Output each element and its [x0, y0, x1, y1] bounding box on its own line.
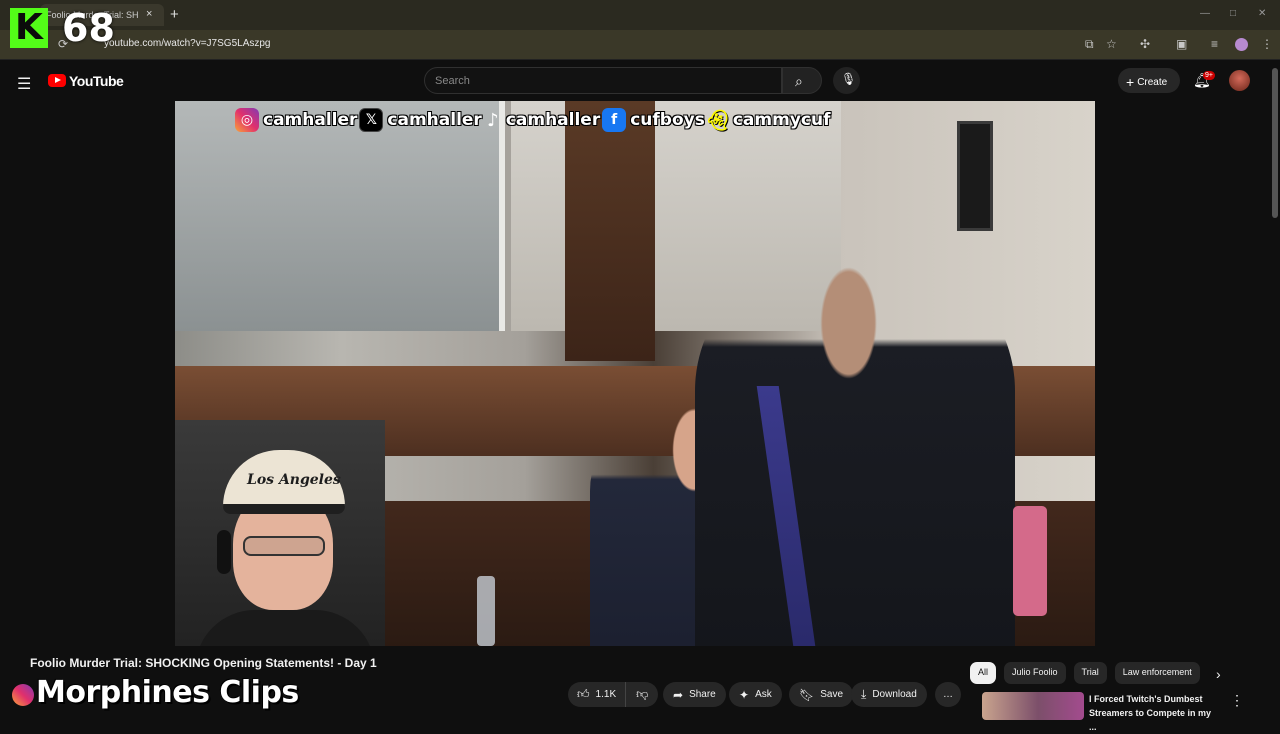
ask-button[interactable]: ✦ Ask [729, 682, 782, 707]
snapchat-icon: 👻︎ [705, 108, 731, 132]
dislike-button[interactable]: 👎︎ [626, 682, 658, 707]
save-label: Save [820, 689, 844, 700]
wall-frame [957, 121, 993, 231]
microphone-icon: 🎙︎ [841, 72, 857, 86]
chip-all[interactable]: All [970, 662, 997, 684]
search-input[interactable]: Search [424, 67, 782, 94]
recommended-thumbnail[interactable] [982, 692, 1084, 720]
snapchat-handle: cammycuf [732, 110, 831, 130]
browser-tab-bar [0, 0, 1280, 30]
social-handles-overlay: ◎ camhaller 𝕏camhaller ♪ camhaller f cufboy… [235, 107, 830, 133]
chip-julio-foolio[interactable]: Julio Foolio [1004, 662, 1066, 684]
share-icon: ➦ [673, 687, 684, 702]
instagram-icon: ◎ [235, 108, 259, 132]
ask-label: Ask [755, 689, 772, 700]
attorney-figure [695, 251, 1015, 646]
tiktok-icon: ♪ [487, 109, 499, 131]
more-actions-button[interactable]: … [935, 682, 961, 707]
new-tab-button[interactable]: + [170, 6, 179, 23]
browser-menu-icon[interactable]: ⋮ [1261, 37, 1273, 51]
pink-tumbler [1013, 506, 1047, 616]
url-field[interactable]: youtube.com/watch?v=J7SG5LAszpg [104, 38, 270, 49]
kick-logo: K [10, 8, 48, 48]
sidepanel-icon[interactable]: ▣ [1176, 37, 1187, 51]
share-button[interactable]: ➦ Share [663, 682, 726, 707]
courtroom-window [175, 101, 505, 331]
clips-watermark: Morphines Clips [36, 675, 299, 710]
courtroom-wood-panel [565, 101, 655, 361]
install-app-icon[interactable]: ⧉ [1085, 37, 1094, 52]
page-scrollbar[interactable] [1272, 68, 1278, 218]
account-avatar[interactable] [1229, 70, 1250, 91]
close-window-button[interactable]: ✕ [1258, 8, 1266, 19]
video-title: Foolio Murder Trial: SHOCKING Opening St… [30, 656, 377, 670]
create-button[interactable]: + Create [1118, 68, 1180, 93]
like-dislike-group: 👍︎ 1.1K 👎︎ [568, 682, 658, 707]
water-bottle [477, 576, 495, 646]
download-button[interactable]: ⤓ Download [851, 682, 927, 707]
download-icon: ⤓ [861, 687, 867, 701]
recommended-more-icon[interactable]: ⋮ [1230, 692, 1244, 709]
webcam-headset [217, 530, 231, 574]
chip-trial[interactable]: Trial [1073, 662, 1107, 684]
media-controls-icon[interactable]: ≡ [1211, 37, 1218, 51]
plus-icon: + [1126, 74, 1135, 90]
facebook-icon: f [602, 108, 627, 132]
close-tab-button[interactable]: × [146, 8, 152, 20]
maximize-button[interactable]: □ [1230, 8, 1236, 19]
filter-chips: All Julio Foolio Trial Law enforcement [970, 662, 1200, 684]
search-icon: ⌕ [795, 73, 803, 89]
viewer-count: 68 [62, 6, 115, 50]
more-icon: … [943, 689, 953, 700]
x-handle: camhaller [387, 110, 482, 130]
minimize-button[interactable]: — [1200, 8, 1210, 19]
sparkle-icon: ✦ [739, 687, 750, 702]
x-icon: 𝕏 [359, 108, 384, 132]
menu-icon[interactable]: ☰ [17, 74, 31, 94]
facebook-handle: cufboys [630, 110, 705, 130]
webcam-shirt [195, 610, 375, 646]
youtube-logo-text[interactable]: YouTube [69, 73, 124, 89]
download-label: Download [872, 689, 917, 700]
thumbs-up-icon: 👍︎ [577, 687, 590, 701]
extensions-icon[interactable]: ✣ [1140, 37, 1150, 51]
save-button[interactable]: 🔖︎ Save [789, 682, 854, 707]
bookmark-icon: 🔖︎ [799, 687, 815, 702]
streamer-webcam: Los Angeles [175, 420, 385, 646]
youtube-logo-icon[interactable] [48, 74, 66, 87]
webcam-glasses [243, 536, 325, 556]
share-label: Share [689, 689, 716, 700]
instagram-handle: camhaller [263, 110, 358, 130]
chevron-right-icon[interactable]: › [1216, 666, 1221, 682]
bookmark-star-icon[interactable]: ☆ [1106, 37, 1117, 51]
recommended-title[interactable]: I Forced Twitch's Dumbest Streamers to C… [1089, 692, 1221, 734]
notification-badge: 9+ [1203, 71, 1215, 80]
voice-search-button[interactable]: 🎙︎ [833, 67, 860, 94]
like-button[interactable]: 👍︎ 1.1K [568, 682, 627, 707]
thumbs-down-icon: 👎︎ [636, 687, 649, 701]
browser-profile-avatar[interactable] [1235, 38, 1248, 51]
create-label: Create [1137, 77, 1168, 88]
channel-avatar[interactable] [12, 684, 34, 706]
chip-law-enforcement[interactable]: Law enforcement [1114, 662, 1200, 684]
search-button[interactable]: ⌕ [782, 67, 822, 94]
cap-logo-text: Los Angeles [247, 472, 341, 488]
like-count: 1.1K [595, 689, 617, 700]
tiktok-handle: camhaller [505, 110, 601, 130]
